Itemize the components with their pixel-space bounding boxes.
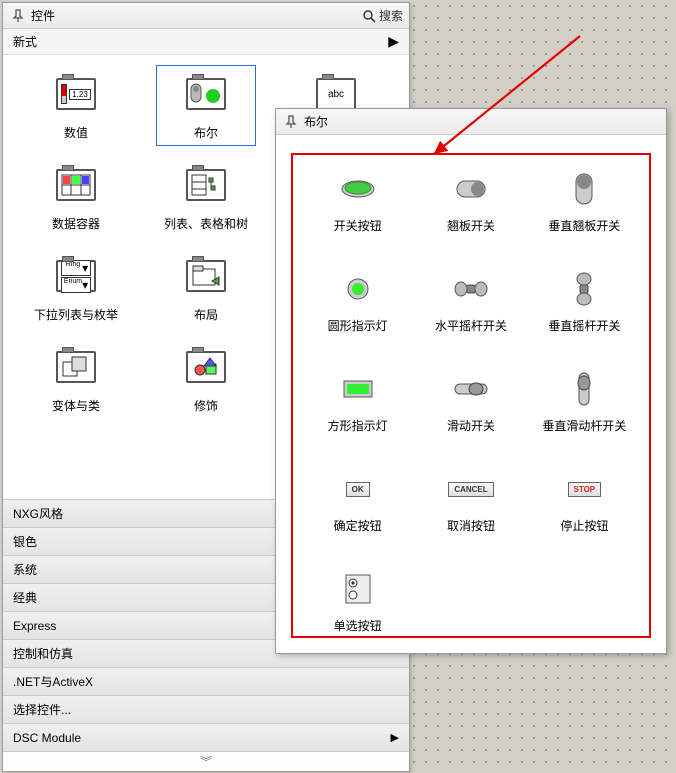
boolean-item-label: 单选按钮 xyxy=(334,617,382,634)
boolean-item-label: 方形指示灯 xyxy=(328,417,388,434)
vert-slide-switch-icon xyxy=(564,369,604,409)
boolean-sub-panel: 布尔 开关按钮 翘板开关 垂直翘板开关圆形指示灯 水平摇杆开关 垂直摇杆开关方形指示灯 滑… xyxy=(275,108,667,654)
boolean-item-label: 水平摇杆开关 xyxy=(435,317,507,334)
expand-footer[interactable]: ︾ xyxy=(3,751,409,771)
horiz-toggle-icon xyxy=(451,269,491,309)
ok-button-icon: OK xyxy=(338,469,378,509)
palette-item-layout[interactable]: 布局 xyxy=(156,247,256,328)
list-table-tree-icon xyxy=(182,161,230,209)
category-row[interactable]: 选择控件... xyxy=(3,695,409,723)
boolean-item-label: 垂直滑动杆开关 xyxy=(542,417,626,434)
numeric-icon: 1.23 xyxy=(52,70,100,118)
boolean-item-label: 圆形指示灯 xyxy=(328,317,388,334)
category-label: .NET与ActiveX xyxy=(13,668,93,696)
rocker-switch-icon xyxy=(451,169,491,209)
palette-item-variant-class[interactable]: 变体与类 xyxy=(26,338,126,419)
palette-item-label: 列表、表格和树 xyxy=(164,215,248,232)
stop-button-icon: STOP xyxy=(564,469,604,509)
boolean-item-stop-button[interactable]: STOP 停止按钮 xyxy=(528,463,641,563)
palette-item-ring-enum[interactable]: Ring ▾Enum ▾ 下拉列表与枚举 xyxy=(26,247,126,328)
main-panel-title: 控件 xyxy=(31,7,362,24)
category-label: 选择控件... xyxy=(13,696,71,724)
boolean-item-label: 确定按钮 xyxy=(334,517,382,534)
category-label: NXG风格 xyxy=(13,500,63,528)
palette-item-label: 下拉列表与枚举 xyxy=(34,306,118,323)
palette-item-label: 布局 xyxy=(194,306,218,323)
palette-item-label: 变体与类 xyxy=(52,397,100,414)
sub-panel-title: 布尔 xyxy=(304,113,328,130)
palette-item-label: 布尔 xyxy=(194,124,218,141)
boolean-item-label: 停止按钮 xyxy=(560,517,608,534)
boolean-item-vert-rocker[interactable]: 垂直翘板开关 xyxy=(528,163,641,263)
slide-switch-icon xyxy=(451,369,491,409)
palette-item-decoration[interactable]: 修饰 xyxy=(156,338,256,419)
category-row[interactable]: .NET与ActiveX xyxy=(3,667,409,695)
category-label: Express xyxy=(13,612,56,640)
palette-item-label: 修饰 xyxy=(194,397,218,414)
vert-toggle-icon xyxy=(564,269,604,309)
pin-icon[interactable] xyxy=(282,113,300,131)
push-button-icon xyxy=(338,169,378,209)
ring-enum-icon: Ring ▾Enum ▾ xyxy=(52,252,100,300)
boolean-item-label: 取消按钮 xyxy=(447,517,495,534)
category-row[interactable]: DSC Module ▶ xyxy=(3,723,409,751)
boolean-item-push-button[interactable]: 开关按钮 xyxy=(301,163,414,263)
layout-icon xyxy=(182,252,230,300)
boolean-item-vert-toggle[interactable]: 垂直摇杆开关 xyxy=(528,263,641,363)
boolean-item-label: 垂直翘板开关 xyxy=(548,217,620,234)
submenu-arrow-icon: ▶ xyxy=(388,33,399,50)
data-container-icon xyxy=(52,161,100,209)
main-panel-header: 控件 搜索 xyxy=(3,3,409,29)
pin-icon[interactable] xyxy=(9,7,27,25)
boolean-item-slide-switch[interactable]: 滑动开关 xyxy=(414,363,527,463)
boolean-item-radio-button[interactable]: 单选按钮 xyxy=(301,563,414,663)
vert-rocker-icon xyxy=(564,169,604,209)
boolean-item-round-led[interactable]: 圆形指示灯 xyxy=(301,263,414,363)
variant-class-icon xyxy=(52,343,100,391)
cancel-button-icon: CANCEL xyxy=(451,469,491,509)
boolean-item-horiz-toggle[interactable]: 水平摇杆开关 xyxy=(414,263,527,363)
sub-panel-header: 布尔 xyxy=(276,109,666,135)
palette-item-label: 数值 xyxy=(64,124,88,141)
decoration-icon xyxy=(182,343,230,391)
boolean-items-grid: 开关按钮 翘板开关 垂直翘板开关圆形指示灯 水平摇杆开关 垂直摇杆开关方形指示灯 滑动开关… xyxy=(291,153,651,638)
palette-item-boolean[interactable]: 布尔 xyxy=(156,65,256,146)
category-label: 经典 xyxy=(13,584,37,612)
category-subheader[interactable]: 新式 ▶ xyxy=(3,29,409,55)
boolean-item-label: 滑动开关 xyxy=(447,417,495,434)
category-label: 银色 xyxy=(13,528,37,556)
square-led-icon xyxy=(338,369,378,409)
boolean-item-square-led[interactable]: 方形指示灯 xyxy=(301,363,414,463)
boolean-item-label: 开关按钮 xyxy=(334,217,382,234)
palette-item-list-table-tree[interactable]: 列表、表格和树 xyxy=(156,156,256,237)
category-label: DSC Module xyxy=(13,724,81,752)
round-led-icon xyxy=(338,269,378,309)
boolean-item-label: 垂直摇杆开关 xyxy=(548,317,620,334)
category-label: 系统 xyxy=(13,556,37,584)
search-label: 搜索 xyxy=(379,7,403,24)
boolean-item-cancel-button[interactable]: CANCEL 取消按钮 xyxy=(414,463,527,563)
boolean-item-rocker-switch[interactable]: 翘板开关 xyxy=(414,163,527,263)
radio-button-icon xyxy=(338,569,378,609)
boolean-item-label: 翘板开关 xyxy=(447,217,495,234)
boolean-icon xyxy=(182,70,230,118)
palette-item-label: 数据容器 xyxy=(52,215,100,232)
expand-chevron-icon: ︾ xyxy=(200,753,212,770)
subheader-label: 新式 xyxy=(13,33,37,50)
category-label: 控制和仿真 xyxy=(13,640,73,668)
boolean-item-ok-button[interactable]: OK 确定按钮 xyxy=(301,463,414,563)
submenu-arrow-icon: ▶ xyxy=(391,724,399,752)
palette-item-numeric[interactable]: 1.23 数值 xyxy=(26,65,126,146)
boolean-item-vert-slide-switch[interactable]: 垂直滑动杆开关 xyxy=(528,363,641,463)
palette-item-data-container[interactable]: 数据容器 xyxy=(26,156,126,237)
search-button[interactable]: 搜索 xyxy=(362,7,403,24)
